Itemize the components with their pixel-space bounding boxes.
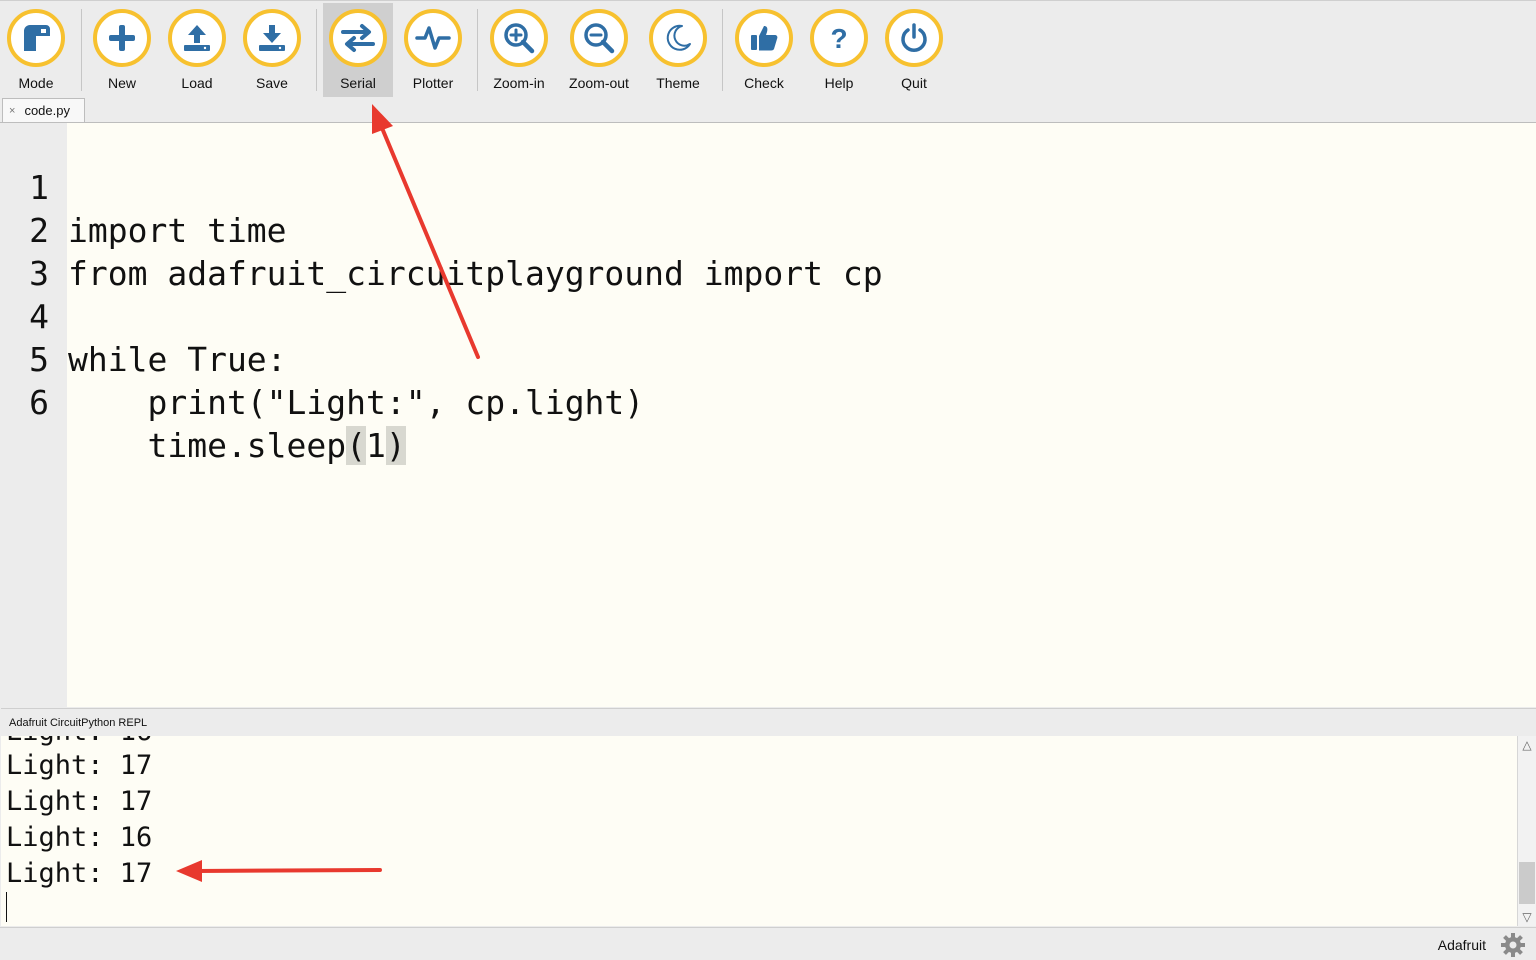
toolbar-separator (722, 9, 723, 91)
plotter-button[interactable]: Plotter (398, 3, 468, 97)
mode-label: Mode (18, 75, 54, 91)
status-bar: Adafruit (0, 927, 1536, 960)
help-button-circle: ? (810, 9, 868, 67)
zoom-out-button-circle (570, 9, 628, 67)
tab-code-py[interactable]: × code.py (2, 98, 85, 122)
code-text: print("Light:", cp.light) (68, 383, 645, 422)
bracket-match-close: ) (385, 426, 406, 465)
code-line: 6 time.sleep(1) (1, 338, 1531, 465)
theme-label: Theme (656, 75, 700, 91)
zoom-out-icon (584, 23, 615, 54)
plus-icon (109, 25, 135, 51)
tab-label: code.py (24, 103, 70, 118)
pulse-icon (415, 26, 451, 50)
gear-icon[interactable] (1500, 932, 1526, 958)
upload-icon (184, 25, 210, 51)
scrollbar-thumb[interactable] (1519, 862, 1535, 904)
code-line: 2 from adafruit_circuitplayground import… (1, 166, 1531, 293)
zoom-in-icon (504, 23, 535, 54)
load-button-circle (168, 9, 226, 67)
code-editor[interactable]: 1 import time 2 from adafruit_circuitpla… (1, 123, 1536, 707)
help-label: Help (824, 75, 854, 91)
close-icon[interactable]: × (9, 105, 15, 117)
tab-bar: × code.py (0, 98, 1536, 123)
check-label: Check (744, 75, 784, 91)
power-icon (901, 23, 927, 52)
mode-button-circle (7, 9, 65, 67)
serial-button[interactable]: Serial (323, 3, 393, 97)
line-number: 6 (29, 383, 49, 422)
text-cursor (6, 892, 7, 922)
repl-output-line: Light: 16 (6, 822, 153, 853)
zoom-out-label: Zoom-out (569, 75, 629, 91)
code-prefix: time.sleep (68, 426, 347, 465)
zoom-in-button-circle (490, 9, 548, 67)
new-button[interactable]: New (87, 3, 157, 97)
quit-button[interactable]: Quit (879, 3, 949, 97)
code-arg: 1 (366, 426, 386, 465)
bracket-match-open: ( (346, 426, 367, 465)
svg-text:?: ? (830, 23, 847, 54)
code-line: 1 import time (1, 123, 1531, 250)
serial-button-circle (329, 9, 387, 67)
plotter-button-circle (404, 9, 462, 67)
code-line: 3 (1, 209, 1531, 293)
save-button[interactable]: Save (237, 3, 307, 97)
new-button-circle (93, 9, 151, 67)
serial-label: Serial (340, 75, 376, 91)
repl-header: Adafruit CircuitPython REPL (1, 708, 1536, 737)
toolbar-separator (316, 9, 317, 91)
repl-output-line: Light: 17 (6, 750, 153, 781)
check-button[interactable]: Check (729, 3, 799, 97)
theme-button[interactable]: Theme (643, 3, 713, 97)
scroll-up-icon[interactable]: △ (1520, 738, 1534, 752)
check-button-circle (735, 9, 793, 67)
save-button-circle (243, 9, 301, 67)
repl-output-line: Light: 17 (6, 786, 153, 817)
repl-output-line: Light: 17 (6, 858, 153, 889)
code-line: 5 print("Light:", cp.light) (1, 295, 1531, 422)
code-text: time.sleep(1) (68, 424, 406, 467)
quit-label: Quit (901, 75, 927, 91)
new-label: New (107, 75, 136, 91)
load-label: Load (181, 75, 213, 91)
zoom-in-label: Zoom-in (493, 75, 545, 91)
load-button[interactable]: Load (162, 3, 232, 97)
toolbar-separator (477, 9, 478, 91)
zoom-out-button[interactable]: Zoom-out (564, 3, 634, 97)
mode-button[interactable]: Mode (1, 3, 71, 97)
theme-button-circle (649, 9, 707, 67)
download-icon (259, 25, 285, 51)
mode-icon (24, 25, 50, 51)
toolbar: Mode New Load Save Serial Plotter Zoom-i… (0, 0, 1536, 99)
plotter-label: Plotter (412, 75, 454, 91)
toolbar-separator (81, 9, 82, 91)
question-icon: ? (830, 23, 847, 54)
moon-icon (666, 24, 691, 51)
code-line: 4 while True: (1, 252, 1531, 379)
swap-arrows-icon (341, 24, 375, 52)
repl-title: Adafruit CircuitPython REPL (9, 717, 148, 729)
save-label: Save (256, 75, 288, 91)
scroll-down-icon[interactable]: ▽ (1520, 910, 1534, 924)
repl-panel[interactable]: Light: 16 Light: 17 Light: 17 Light: 16 … (1, 736, 1517, 926)
help-button[interactable]: ? Help (804, 3, 874, 97)
status-mode-label: Adafruit (1437, 937, 1486, 953)
quit-button-circle (885, 9, 943, 67)
zoom-in-button[interactable]: Zoom-in (484, 3, 554, 97)
repl-scrollbar[interactable]: △ ▽ (1517, 736, 1536, 926)
thumbs-up-icon (751, 26, 778, 51)
